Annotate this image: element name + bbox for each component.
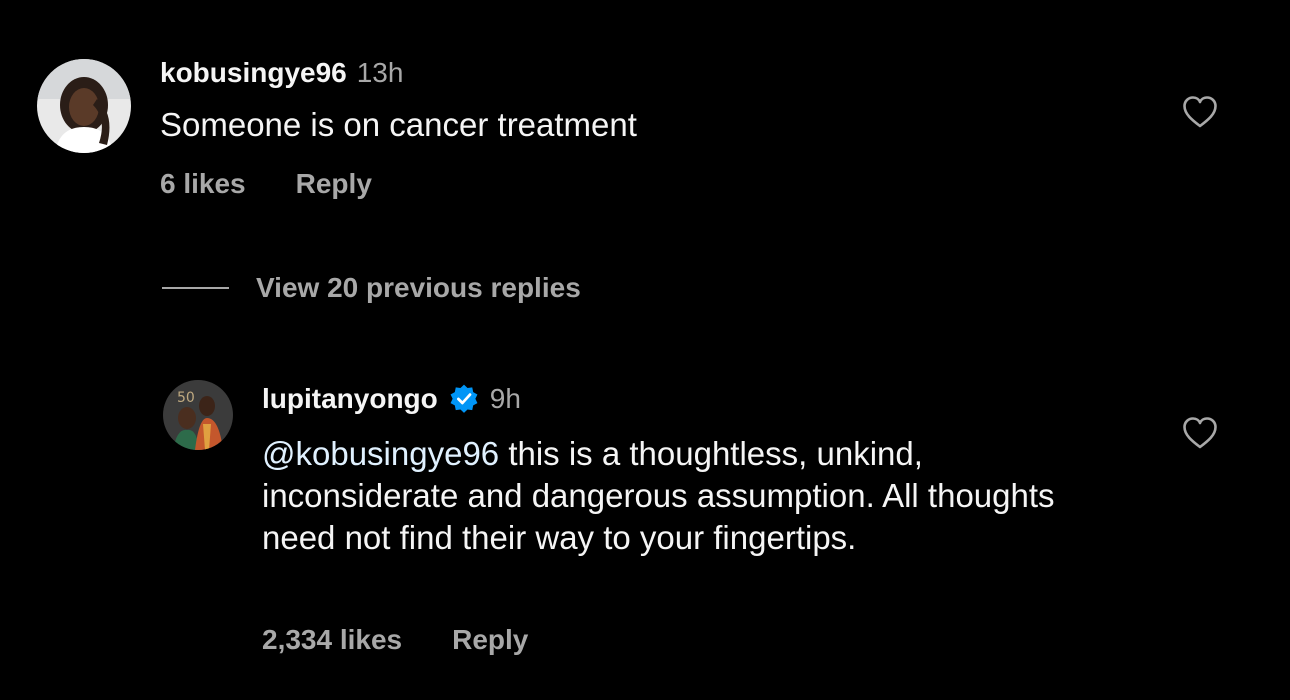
- reply-actions: 2,334 likes Reply: [262, 624, 528, 656]
- reply-timestamp: 9h: [489, 383, 521, 414]
- avatar[interactable]: 50: [163, 380, 233, 450]
- comment-actions: 6 likes Reply: [160, 168, 372, 200]
- heart-outline-icon[interactable]: [1182, 416, 1218, 450]
- view-previous-replies-button[interactable]: View 20 previous replies: [162, 272, 581, 304]
- divider-line: [162, 287, 229, 289]
- comment-username[interactable]: kobusingye96: [160, 57, 347, 89]
- comment-text: Someone is on cancer treatment: [160, 104, 1140, 146]
- comment-likes-count[interactable]: 6 likes: [160, 168, 246, 200]
- avatar[interactable]: [37, 59, 131, 153]
- reply-mention-link[interactable]: @kobusingye96: [262, 435, 499, 472]
- profile-photo-icon: 50: [163, 380, 233, 450]
- reply-reply-button[interactable]: Reply: [452, 624, 528, 656]
- comment-timestamp: 13h: [356, 57, 404, 88]
- svg-text:50: 50: [177, 390, 195, 406]
- reply-username[interactable]: lupitanyongo: [262, 383, 438, 415]
- comment-reply-button[interactable]: Reply: [296, 168, 372, 200]
- profile-photo-icon: [37, 59, 131, 153]
- reply-likes-count[interactable]: 2,334 likes: [262, 624, 402, 656]
- comment-header: kobusingye96 13h: [160, 57, 403, 89]
- reply-text: @kobusingye96 this is a thoughtless, unk…: [262, 433, 1072, 559]
- verified-badge-icon: [450, 384, 478, 413]
- reply-header: lupitanyongo 9h: [262, 383, 521, 415]
- heart-outline-icon[interactable]: [1182, 95, 1218, 129]
- comment-body: Someone is on cancer treatment: [160, 106, 637, 143]
- view-replies-label: View 20 previous replies: [256, 272, 581, 303]
